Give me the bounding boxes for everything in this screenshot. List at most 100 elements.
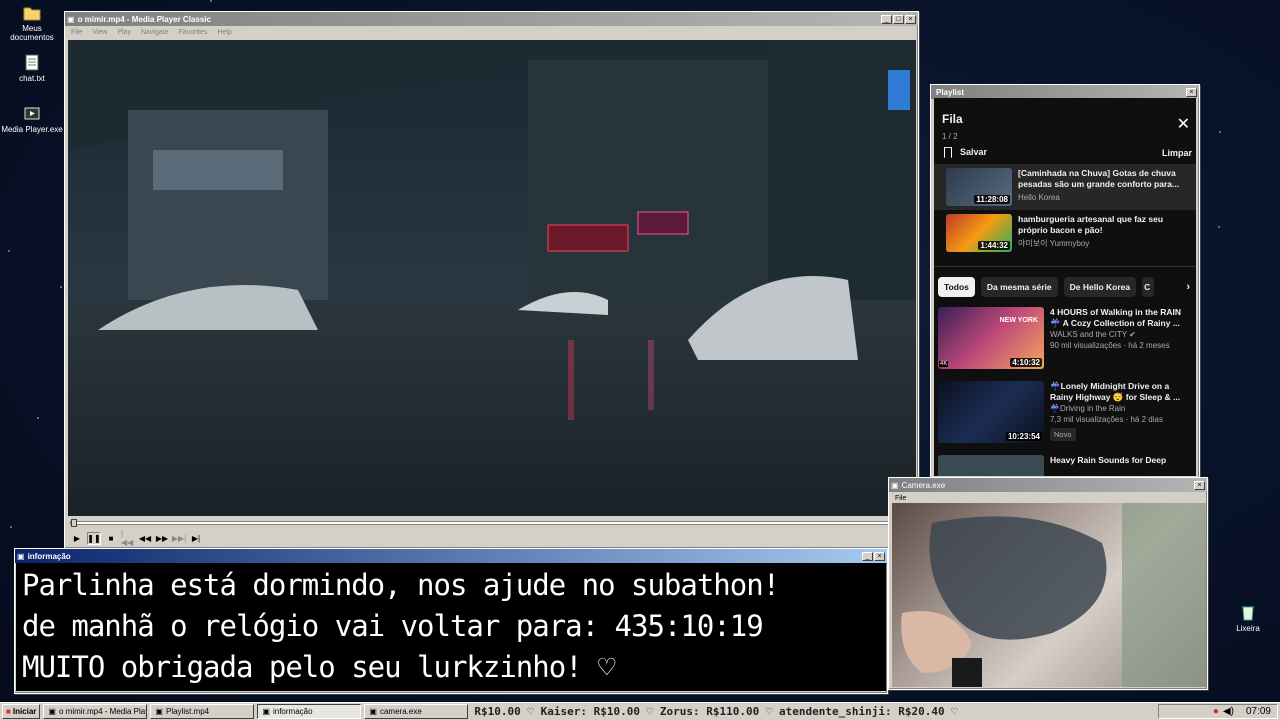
- clear-button[interactable]: Limpar: [1162, 148, 1192, 158]
- info-line: de manhã o relógio vai voltar para: 435:…: [22, 609, 764, 643]
- playlist-titlebar[interactable]: Playlist ×: [931, 85, 1199, 99]
- queue-item[interactable]: 1:44:32 hamburgueria artesanal que faz s…: [934, 210, 1196, 256]
- window-title: o mimir.mp4 - Media Player Classic: [77, 14, 211, 24]
- chip-same-series[interactable]: Da mesma série: [980, 277, 1058, 298]
- next-icon[interactable]: ▶▶|: [172, 532, 186, 545]
- app-icon: ▣: [17, 551, 25, 561]
- maximize-button[interactable]: □: [893, 14, 904, 24]
- seek-bar[interactable]: [68, 518, 916, 528]
- fast-forward-icon[interactable]: ▶▶: [155, 532, 169, 545]
- channel-name: ☔Driving in the Rain: [1050, 404, 1126, 414]
- clock: 07:09: [1245, 706, 1271, 717]
- desktop-icon-media-player[interactable]: Media Player.exe: [0, 103, 64, 134]
- duration-badge: 11:28:08: [974, 195, 1010, 205]
- chip-more[interactable]: C: [1142, 277, 1155, 298]
- channel-name: 야미보이 Yummyboy: [1018, 239, 1090, 249]
- close-button[interactable]: ×: [874, 551, 885, 561]
- seek-thumb[interactable]: [71, 519, 77, 527]
- duration-badge: 4:10:32: [1010, 358, 1042, 368]
- menu-play[interactable]: Play: [117, 29, 131, 36]
- desktop-icon-label: Meus documentos: [10, 24, 54, 42]
- recycle-bin-icon: [1238, 602, 1258, 622]
- desktop-icon-label: chat.txt: [19, 74, 45, 83]
- star: [1218, 226, 1220, 228]
- queue-title: Fila: [942, 112, 963, 126]
- start-label: Iniciar: [12, 707, 37, 716]
- info-titlebar[interactable]: ▣ informação _ ×: [15, 549, 887, 563]
- previous-icon[interactable]: |◀◀: [121, 529, 135, 547]
- camera-titlebar[interactable]: ▣ Camera.exe ×: [889, 478, 1207, 492]
- taskbar-item[interactable]: ▣ informação: [257, 704, 362, 719]
- queue-item[interactable]: 11:28:08 [Caminhada na Chuva] Gotas de c…: [934, 164, 1196, 211]
- recommended-item[interactable]: NEW YORK 4K 4:10:32 4 HOURS of Walking i…: [934, 301, 1196, 375]
- video-thumbnail: 10:23:54: [938, 381, 1044, 444]
- video-title: hamburgueria artesanal que faz seu própr…: [1018, 214, 1164, 236]
- save-button[interactable]: Salvar: [944, 147, 987, 159]
- queue-count: 1 / 2: [942, 132, 958, 141]
- app-icon: ▣: [155, 707, 163, 716]
- menu-navigate[interactable]: Navigate: [141, 29, 169, 36]
- seek-track[interactable]: [70, 519, 914, 527]
- media-player-icon: [22, 103, 42, 123]
- app-icon: ▣: [48, 707, 56, 716]
- close-icon[interactable]: ✕: [1177, 114, 1190, 134]
- video-title: [Caminhada na Chuva] Gotas de chuva pesa…: [1018, 168, 1180, 190]
- webcam-feed: [892, 503, 1206, 687]
- speaker-icon[interactable]: ◀): [1223, 706, 1234, 717]
- duration-badge: 1:44:32: [978, 241, 1010, 251]
- chip-from-channel[interactable]: De Hello Korea: [1063, 277, 1137, 298]
- system-tray: ● ◀) 07:09: [1158, 704, 1278, 719]
- taskbar-item-label: informação: [272, 707, 313, 716]
- media-player-titlebar[interactable]: ▣ o mimir.mp4 - Media Player Classic _ □…: [65, 12, 918, 26]
- taskbar-item-label: camera.exe: [379, 707, 422, 716]
- info-line: MUITO obrigada pelo seu lurkzinho! ♡: [22, 650, 616, 684]
- video-thumbnail: 1:44:32: [946, 214, 1012, 253]
- queue-header: Fila 1 / 2 ✕: [934, 98, 1196, 141]
- close-button[interactable]: ×: [1186, 87, 1197, 97]
- app-icon: ▣: [891, 480, 899, 490]
- duration-badge: 10:23:54: [1005, 432, 1042, 442]
- taskbar-item[interactable]: ▣o mimir.mp4 - Media Player...: [43, 704, 148, 719]
- taskbar-item[interactable]: ▣ camera.exe: [364, 704, 469, 719]
- desktop-icon-chat[interactable]: chat.txt: [0, 52, 64, 83]
- rainy-street-scene: [68, 40, 916, 516]
- video-title: ☔Lonely Midnight Drive on a Rainy Highwa…: [1050, 381, 1181, 403]
- chip-all[interactable]: Todos: [938, 277, 975, 298]
- menu-view[interactable]: View: [92, 29, 107, 36]
- frame-step-icon[interactable]: ▶|: [189, 532, 203, 545]
- play-icon[interactable]: ▶: [70, 532, 84, 545]
- menu-file[interactable]: File: [71, 29, 82, 36]
- star: [60, 286, 62, 288]
- desktop-icon-documents[interactable]: Meus documentos: [0, 2, 64, 42]
- stop-icon[interactable]: ■: [104, 532, 118, 545]
- start-button[interactable]: ■ Iniciar: [2, 704, 41, 719]
- recommended-item[interactable]: Heavy Rain Sounds for Deep: [934, 449, 1196, 476]
- window-title: informação: [27, 551, 71, 561]
- close-button[interactable]: ×: [905, 14, 916, 24]
- app-icon: ▣: [67, 14, 75, 24]
- bookmark-icon: [944, 147, 952, 159]
- star: [37, 417, 39, 419]
- minimize-button[interactable]: _: [881, 14, 892, 24]
- taskbar-item-label: o mimir.mp4 - Media Player...: [58, 707, 146, 716]
- pause-icon[interactable]: ❚❚: [87, 531, 101, 545]
- menu-favorites[interactable]: Favorites: [179, 29, 208, 36]
- video-thumbnail: [938, 455, 1044, 476]
- taskbar-item[interactable]: ▣ Playlist.mp4: [150, 704, 255, 719]
- star: [8, 250, 10, 252]
- close-button[interactable]: ×: [1194, 480, 1205, 490]
- menubar: File View Play Navigate Favorites Help: [65, 26, 918, 38]
- taskbar: ■ Iniciar ▣o mimir.mp4 - Media Player...…: [0, 702, 1280, 720]
- star: [1219, 131, 1221, 133]
- menu-help[interactable]: Help: [217, 29, 231, 36]
- minimize-button[interactable]: _: [862, 551, 873, 561]
- desktop-icon-recycle-bin[interactable]: Lixeira: [1216, 602, 1280, 633]
- menu-file[interactable]: File: [895, 495, 906, 502]
- video-frame[interactable]: [68, 40, 916, 516]
- windows-logo-icon: ■: [6, 707, 11, 716]
- chevron-right-icon[interactable]: ›: [1186, 281, 1190, 293]
- queue-panel: Fila 1 / 2 ✕ Salvar Limpar 11:28:08 [Cam…: [934, 98, 1196, 476]
- rewind-icon[interactable]: ◀◀: [138, 532, 152, 545]
- recommended-item[interactable]: 10:23:54 ☔Lonely Midnight Drive on a Rai…: [934, 375, 1196, 449]
- star: [10, 526, 12, 528]
